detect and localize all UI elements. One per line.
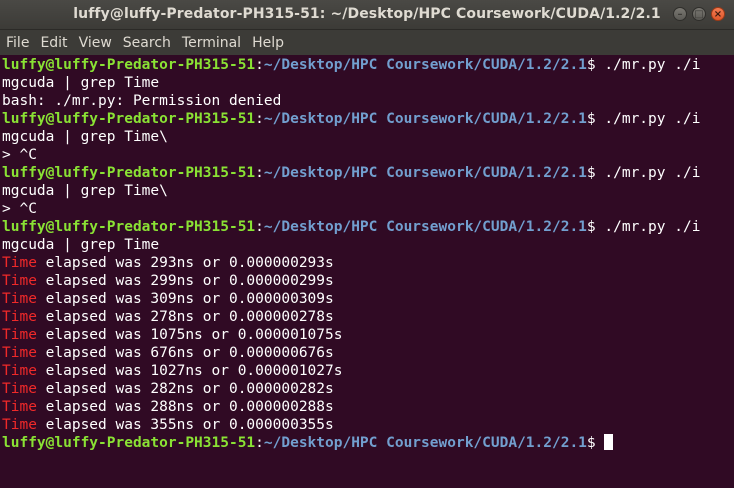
output-line: bash: ./mr.py: Permission denied — [2, 92, 734, 110]
prompt-user-host: luffy@luffy-Predator-PH315-51 — [2, 435, 256, 451]
output-line: Time elapsed was 288ns or 0.000000288s — [2, 398, 734, 416]
output-text: elapsed was 288ns or 0.000000288s — [36, 399, 334, 415]
grep-match: Time — [2, 345, 37, 361]
grep-match: Time — [2, 273, 37, 289]
close-icon[interactable]: × — [711, 7, 725, 21]
output-text: > ^C — [2, 147, 37, 163]
menu-help[interactable]: Help — [248, 35, 288, 51]
grep-match: Time — [2, 363, 37, 379]
output-line: mgcuda | grep Time — [2, 74, 734, 92]
output-line: Time elapsed was 1075ns or 0.000001075s — [2, 326, 734, 344]
output-text: elapsed was 299ns or 0.000000299s — [36, 273, 334, 289]
output-line: Time elapsed was 299ns or 0.000000299s — [2, 272, 734, 290]
prompt-user-host: luffy@luffy-Predator-PH315-51 — [2, 165, 256, 181]
prompt-colon: : — [255, 435, 264, 451]
title-bar[interactable]: luffy@luffy-Predator-PH315-51: ~/Desktop… — [0, 0, 734, 30]
prompt-dollar: $ — [586, 111, 605, 127]
prompt-line: luffy@luffy-Predator-PH315-51:~/Desktop/… — [2, 218, 734, 236]
prompt-colon: : — [255, 111, 264, 127]
command-text: ./mr.py ./i — [604, 165, 701, 181]
output-line: Time elapsed was 309ns or 0.000000309s — [2, 290, 734, 308]
output-line: Time elapsed was 282ns or 0.000000282s — [2, 380, 734, 398]
prompt-path: ~/Desktop/HPC Coursework/CUDA/1.2/2.1 — [263, 57, 587, 73]
prompt-user-host: luffy@luffy-Predator-PH315-51 — [2, 111, 256, 127]
output-line: Time elapsed was 676ns or 0.000000676s — [2, 344, 734, 362]
prompt-dollar: $ — [586, 57, 605, 73]
command-text: ./mr.py ./i — [604, 219, 701, 235]
prompt-user-host: luffy@luffy-Predator-PH315-51 — [2, 219, 256, 235]
grep-match: Time — [2, 255, 37, 271]
prompt-path: ~/Desktop/HPC Coursework/CUDA/1.2/2.1 — [263, 165, 587, 181]
output-text: elapsed was 309ns or 0.000000309s — [36, 291, 334, 307]
minimize-icon[interactable]: – — [673, 7, 687, 21]
maximize-icon[interactable]: □ — [692, 7, 706, 21]
output-text: mgcuda | grep Time — [2, 237, 160, 253]
output-text: elapsed was 1027ns or 0.000001027s — [36, 363, 343, 379]
prompt-colon: : — [255, 219, 264, 235]
output-line: Time elapsed was 1027ns or 0.000001027s — [2, 362, 734, 380]
terminal-cursor — [604, 434, 614, 450]
output-line: > ^C — [2, 146, 734, 164]
output-text: elapsed was 1075ns or 0.000001075s — [36, 327, 343, 343]
prompt-path: ~/Desktop/HPC Coursework/CUDA/1.2/2.1 — [263, 111, 587, 127]
command-text: ./mr.py ./i — [604, 111, 701, 127]
output-line: Time elapsed was 278ns or 0.000000278s — [2, 308, 734, 326]
output-text: mgcuda | grep Time\ — [2, 129, 168, 145]
grep-match: Time — [2, 417, 37, 433]
output-text: elapsed was 676ns or 0.000000676s — [36, 345, 334, 361]
output-text: elapsed was 282ns or 0.000000282s — [36, 381, 334, 397]
output-text: mgcuda | grep Time — [2, 75, 160, 91]
grep-match: Time — [2, 309, 37, 325]
output-text: bash: ./mr.py: Permission denied — [2, 93, 282, 109]
prompt-line: luffy@luffy-Predator-PH315-51:~/Desktop/… — [2, 434, 734, 452]
menu-bar: File Edit View Search Terminal Help — [0, 30, 734, 55]
menu-terminal[interactable]: Terminal — [178, 35, 245, 51]
command-text: ./mr.py ./i — [604, 57, 701, 73]
output-text: elapsed was 355ns or 0.000000355s — [36, 417, 334, 433]
output-line: mgcuda | grep Time\ — [2, 182, 734, 200]
output-text: elapsed was 293ns or 0.000000293s — [36, 255, 334, 271]
output-line: Time elapsed was 355ns or 0.000000355s — [2, 416, 734, 434]
prompt-line: luffy@luffy-Predator-PH315-51:~/Desktop/… — [2, 56, 734, 74]
grep-match: Time — [2, 399, 37, 415]
prompt-dollar: $ — [586, 435, 605, 451]
prompt-user-host: luffy@luffy-Predator-PH315-51 — [2, 57, 256, 73]
grep-match: Time — [2, 381, 37, 397]
prompt-line: luffy@luffy-Predator-PH315-51:~/Desktop/… — [2, 164, 734, 182]
prompt-dollar: $ — [586, 219, 605, 235]
output-line: > ^C — [2, 200, 734, 218]
menu-view[interactable]: View — [75, 35, 116, 51]
output-line: mgcuda | grep Time\ — [2, 128, 734, 146]
prompt-colon: : — [255, 165, 264, 181]
menu-edit[interactable]: Edit — [36, 35, 71, 51]
output-text: > ^C — [2, 201, 37, 217]
prompt-path: ~/Desktop/HPC Coursework/CUDA/1.2/2.1 — [263, 219, 587, 235]
output-line: Time elapsed was 293ns or 0.000000293s — [2, 254, 734, 272]
prompt-colon: : — [255, 57, 264, 73]
prompt-path: ~/Desktop/HPC Coursework/CUDA/1.2/2.1 — [263, 435, 587, 451]
menu-search[interactable]: Search — [119, 35, 175, 51]
window-title: luffy@luffy-Predator-PH315-51: ~/Desktop… — [73, 6, 661, 22]
output-text: mgcuda | grep Time\ — [2, 183, 168, 199]
terminal-window: luffy@luffy-Predator-PH315-51: ~/Desktop… — [0, 0, 734, 488]
output-line: mgcuda | grep Time — [2, 236, 734, 254]
grep-match: Time — [2, 327, 37, 343]
window-controls: – □ × — [673, 7, 725, 21]
grep-match: Time — [2, 291, 37, 307]
terminal-output[interactable]: luffy@luffy-Predator-PH315-51:~/Desktop/… — [2, 56, 734, 488]
prompt-dollar: $ — [586, 165, 605, 181]
menu-file[interactable]: File — [2, 35, 33, 51]
output-text: elapsed was 278ns or 0.000000278s — [36, 309, 334, 325]
prompt-line: luffy@luffy-Predator-PH315-51:~/Desktop/… — [2, 110, 734, 128]
